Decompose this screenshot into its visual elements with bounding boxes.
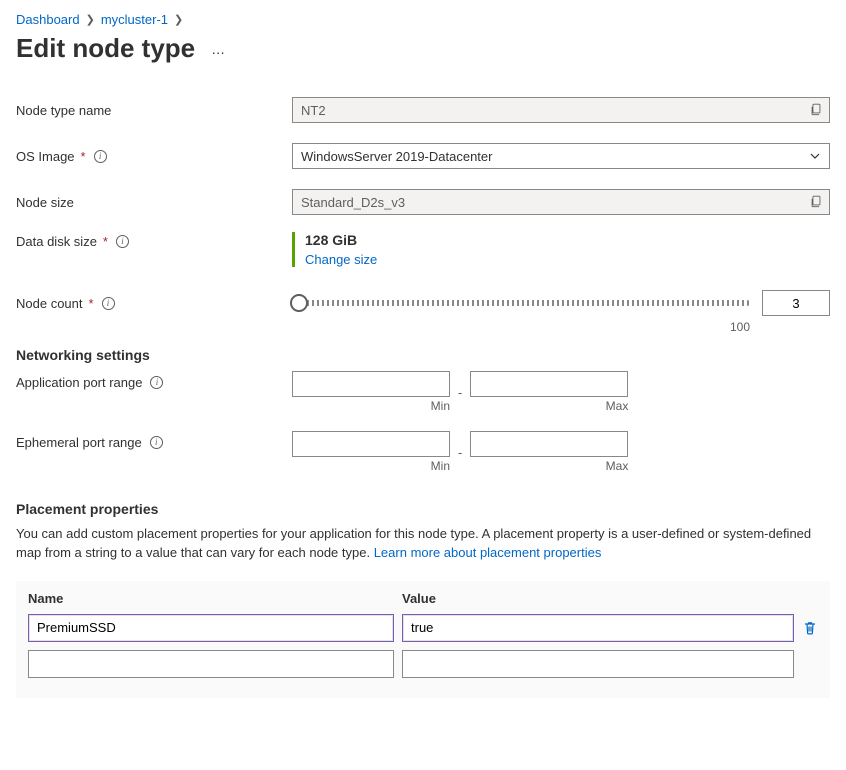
node-type-name-field: NT2: [292, 97, 830, 123]
info-icon[interactable]: i: [150, 376, 163, 389]
range-dash: -: [458, 385, 462, 400]
more-menu-button[interactable]: …: [211, 41, 226, 57]
section-networking: Networking settings: [16, 347, 830, 363]
info-icon[interactable]: i: [116, 235, 129, 248]
eph-port-max-input[interactable]: [470, 431, 628, 457]
label-app-port-range: Application port range: [16, 375, 142, 390]
chevron-down-icon: [809, 150, 821, 162]
label-node-size: Node size: [16, 195, 292, 210]
info-icon[interactable]: i: [102, 297, 115, 310]
required-asterisk: *: [89, 296, 94, 311]
trash-icon[interactable]: [802, 620, 818, 636]
chevron-right-icon: ❯: [86, 13, 95, 26]
column-value: Value: [402, 591, 436, 606]
node-count-max: 100: [730, 320, 750, 334]
node-count-slider[interactable]: [292, 300, 750, 306]
placement-name-input[interactable]: [28, 614, 394, 642]
node-size-field: Standard_D2s_v3: [292, 189, 830, 215]
breadcrumb-dashboard[interactable]: Dashboard: [16, 12, 80, 27]
data-disk-size-block: 128 GiB Change size: [292, 232, 830, 267]
page-title: Edit node type …: [16, 33, 830, 64]
info-icon[interactable]: i: [94, 150, 107, 163]
breadcrumb-cluster[interactable]: mycluster-1: [101, 12, 168, 27]
placement-value-input[interactable]: [402, 650, 794, 678]
app-port-max-input[interactable]: [470, 371, 628, 397]
required-asterisk: *: [103, 234, 108, 249]
column-name: Name: [28, 591, 402, 606]
section-placement: Placement properties: [16, 501, 830, 517]
placement-name-input[interactable]: [28, 650, 394, 678]
label-node-type-name: Node type name: [16, 103, 292, 118]
placement-row-empty: [28, 650, 818, 678]
placement-value-input[interactable]: [402, 614, 794, 642]
app-port-min-input[interactable]: [292, 371, 450, 397]
learn-more-link[interactable]: Learn more about placement properties: [374, 545, 602, 560]
placement-description: You can add custom placement properties …: [16, 525, 830, 563]
chevron-right-icon: ❯: [174, 13, 183, 26]
breadcrumb: Dashboard ❯ mycluster-1 ❯: [16, 12, 830, 27]
placement-row: [28, 614, 818, 642]
copy-icon[interactable]: [809, 102, 823, 116]
label-node-count: Node count: [16, 296, 83, 311]
node-count-input[interactable]: [762, 290, 830, 316]
label-max: Max: [470, 459, 628, 473]
info-icon[interactable]: i: [150, 436, 163, 449]
placement-table: Name Value: [16, 581, 830, 698]
required-asterisk: *: [81, 149, 86, 164]
label-eph-port-range: Ephemeral port range: [16, 435, 142, 450]
os-image-select[interactable]: WindowsServer 2019-Datacenter: [292, 143, 830, 169]
label-min: Min: [292, 459, 450, 473]
label-data-disk-size: Data disk size: [16, 234, 97, 249]
copy-icon[interactable]: [809, 194, 823, 208]
data-disk-size-value: 128 GiB: [305, 232, 830, 248]
change-size-link[interactable]: Change size: [305, 252, 377, 267]
slider-thumb[interactable]: [290, 294, 308, 312]
label-min: Min: [292, 399, 450, 413]
label-os-image: OS Image: [16, 149, 75, 164]
eph-port-min-input[interactable]: [292, 431, 450, 457]
range-dash: -: [458, 445, 462, 460]
label-max: Max: [470, 399, 628, 413]
